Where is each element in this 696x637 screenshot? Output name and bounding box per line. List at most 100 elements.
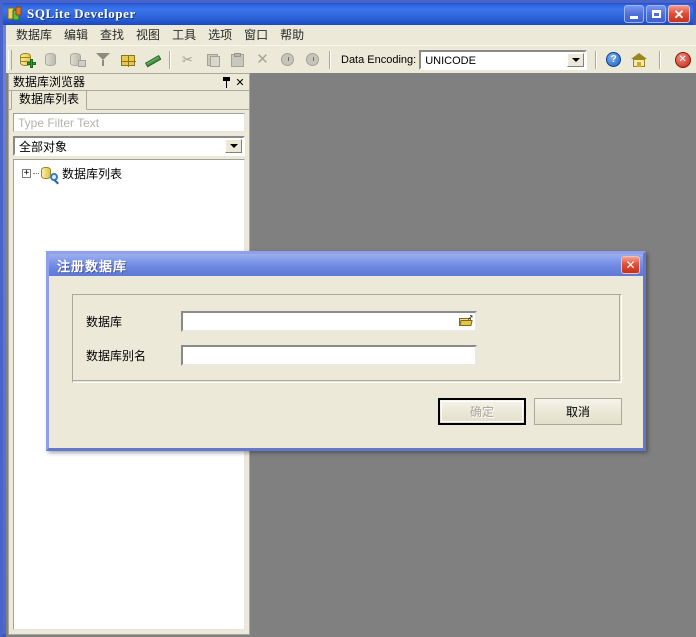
- dialog-fields-group: 数据库 ↗ 数据库别名: [72, 294, 620, 381]
- expand-icon[interactable]: +: [22, 169, 31, 178]
- scissors-icon: ✂: [182, 53, 193, 66]
- menu-find[interactable]: 查找: [94, 26, 130, 44]
- stop-button[interactable]: ✕: [671, 49, 694, 71]
- undo-button[interactable]: [276, 49, 299, 71]
- table-button[interactable]: [116, 49, 139, 71]
- tree-node-label: 数据库列表: [62, 165, 122, 182]
- object-type-value: 全部对象: [15, 138, 224, 154]
- title-bar: SQLite Developer ✕: [3, 3, 693, 25]
- stop-icon: ✕: [675, 52, 691, 68]
- filter-input-wrapper[interactable]: Type Filter Text: [13, 113, 245, 132]
- cancel-button[interactable]: 取消: [534, 398, 622, 425]
- home-button[interactable]: [627, 49, 650, 71]
- window-controls: ✕: [624, 5, 690, 23]
- register-database-dialog: 注册数据库 ✕ 数据库 ↗: [46, 251, 646, 451]
- close-panel-button[interactable]: ✕: [233, 75, 247, 89]
- database-path-field[interactable]: [185, 313, 473, 330]
- menu-options[interactable]: 选项: [202, 26, 238, 44]
- help-icon: ?: [606, 52, 621, 67]
- toolbar-grip[interactable]: [8, 50, 12, 70]
- toolbar-separator-3: [595, 51, 597, 69]
- dialog-body: 数据库 ↗ 数据库别名: [49, 276, 643, 448]
- database-alias-input[interactable]: [181, 345, 477, 366]
- close-icon: ✕: [625, 258, 635, 272]
- cut-button[interactable]: ✂: [176, 49, 199, 71]
- client-area: 数据库 编辑 查找 视图 工具 选项 窗口 帮助: [6, 25, 696, 637]
- pencil-icon: [144, 52, 162, 68]
- menu-bar: 数据库 编辑 查找 视图 工具 选项 窗口 帮助: [6, 25, 696, 45]
- toolbar-separator-2: [329, 51, 331, 69]
- toolbar-separator-4: [659, 51, 661, 69]
- register-database-button[interactable]: [16, 49, 39, 71]
- main-area: 数据库浏览器 ✕ 数据库列表 Type Filter Text 全部对象: [6, 73, 696, 637]
- redo-button[interactable]: [301, 49, 324, 71]
- toolbar-separator: [169, 51, 171, 69]
- close-x-icon: ✕: [256, 52, 269, 67]
- paste-button[interactable]: [226, 49, 249, 71]
- database-edit-icon: [69, 52, 87, 68]
- undo-clock-icon: [279, 52, 297, 68]
- menu-tools[interactable]: 工具: [166, 26, 202, 44]
- minimize-icon: [630, 16, 638, 19]
- database-path-row: 数据库 ↗: [86, 311, 477, 332]
- dialog-title: 注册数据库: [57, 256, 127, 275]
- panel-title: 数据库浏览器: [13, 76, 219, 89]
- encoding-combo[interactable]: UNICODE: [419, 50, 587, 70]
- cancel-button-label: 取消: [566, 405, 590, 419]
- pin-icon: [222, 77, 231, 88]
- database-remove-icon: [44, 52, 62, 68]
- database-path-label: 数据库: [86, 315, 181, 329]
- encoding-value: UNICODE: [421, 52, 566, 68]
- home-icon: [631, 53, 647, 67]
- panel-header: 数据库浏览器 ✕: [9, 74, 249, 91]
- sql-editor-button[interactable]: [141, 49, 164, 71]
- tree-node-database-list[interactable]: + 数据库列表: [14, 164, 244, 182]
- redo-clock-icon: [304, 52, 322, 68]
- paste-icon: [229, 52, 247, 68]
- menu-edit[interactable]: 编辑: [58, 26, 94, 44]
- table-grid-icon: [119, 52, 137, 68]
- panel-tabs: 数据库列表: [9, 91, 249, 110]
- chevron-down-icon[interactable]: [567, 53, 584, 67]
- filter-icon: [95, 52, 111, 67]
- sqlite-app-icon: [7, 6, 23, 22]
- database-search-icon: [41, 166, 58, 181]
- close-window-button[interactable]: ✕: [668, 5, 690, 23]
- tree-connector: [33, 173, 39, 174]
- database-alias-row: 数据库别名: [86, 345, 477, 366]
- ok-button[interactable]: 确定: [438, 398, 526, 425]
- browse-database-button[interactable]: ↗: [457, 314, 474, 329]
- database-alias-label: 数据库别名: [86, 349, 181, 363]
- folder-open-icon: ↗: [459, 316, 473, 327]
- dialog-title-bar: 注册数据库 ✕: [49, 254, 643, 276]
- menu-view[interactable]: 视图: [130, 26, 166, 44]
- filter-button[interactable]: [91, 49, 114, 71]
- window-title: SQLite Developer: [27, 6, 136, 22]
- maximize-icon: [652, 10, 661, 18]
- maximize-button[interactable]: [646, 5, 666, 23]
- dialog-close-button[interactable]: ✕: [621, 256, 640, 274]
- copy-button[interactable]: [201, 49, 224, 71]
- database-add-icon: [19, 52, 37, 68]
- edit-database-button[interactable]: [66, 49, 89, 71]
- filter-placeholder: Type Filter Text: [18, 116, 99, 130]
- tab-database-list[interactable]: 数据库列表: [11, 90, 87, 110]
- object-type-combo[interactable]: 全部对象: [13, 136, 245, 156]
- database-alias-field[interactable]: [185, 347, 473, 364]
- menu-help[interactable]: 帮助: [274, 26, 310, 44]
- delete-button[interactable]: ✕: [251, 49, 274, 71]
- encoding-label: Data Encoding:: [341, 54, 416, 66]
- menu-database[interactable]: 数据库: [10, 26, 58, 44]
- copy-icon: [204, 52, 222, 68]
- application-window: SQLite Developer ✕ 数据库 编辑 查找 视图 工具 选项 窗口…: [0, 0, 696, 637]
- close-icon: ✕: [674, 8, 685, 21]
- help-button[interactable]: ?: [602, 49, 625, 71]
- chevron-down-icon[interactable]: [225, 139, 242, 153]
- pin-panel-button[interactable]: [219, 75, 233, 89]
- toolbar: ✂ ✕ Data Enco: [6, 45, 696, 73]
- database-path-input[interactable]: ↗: [181, 311, 477, 332]
- ok-button-label: 确定: [470, 405, 494, 419]
- minimize-button[interactable]: [624, 5, 644, 23]
- unregister-database-button[interactable]: [41, 49, 64, 71]
- menu-window[interactable]: 窗口: [238, 26, 274, 44]
